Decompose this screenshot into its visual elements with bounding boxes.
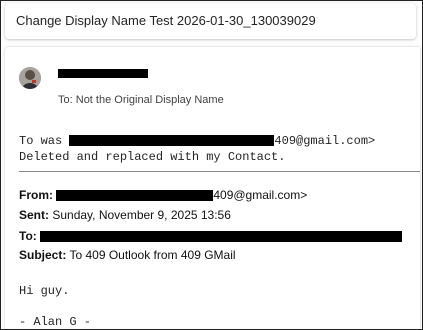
sender-name-redacted[interactable] bbox=[58, 69, 148, 78]
email-reading-pane: Change Display Name Test 2026-01-30_1300… bbox=[0, 0, 423, 330]
recipient-name[interactable]: Not the Original Display Name bbox=[76, 94, 224, 106]
sent-label: Sent: bbox=[19, 208, 49, 222]
avatar-photo-icon bbox=[19, 67, 41, 89]
recipient-line: To: Not the Original Display Name bbox=[58, 94, 224, 106]
forward-subject: Subject: To 409 Outlook from 409 GMail bbox=[19, 248, 236, 262]
forward-to: To: bbox=[19, 229, 403, 243]
greeting-text: Hi guy. bbox=[19, 284, 70, 298]
forward-divider bbox=[19, 171, 420, 172]
sender-avatar[interactable] bbox=[19, 67, 41, 89]
body-line-1: To was 409@gmail.com> bbox=[19, 134, 375, 148]
body-line-1-prefix: To was bbox=[19, 134, 70, 148]
body-line-1-suffix: 409@gmail.com> bbox=[274, 134, 376, 148]
from-value-suffix: 409@gmail.com> bbox=[213, 188, 308, 202]
email-subject-title: Change Display Name Test 2026-01-30_1300… bbox=[16, 13, 316, 28]
forward-sent: Sent: Sunday, November 9, 2025 13:56 bbox=[19, 208, 231, 222]
to-label: To: bbox=[58, 94, 73, 106]
signature-text: - Alan G - bbox=[19, 315, 92, 329]
body-line-2: Deleted and replaced with my Contact. bbox=[19, 150, 286, 164]
sent-value: Sunday, November 9, 2025 13:56 bbox=[52, 208, 231, 222]
redacted-email bbox=[69, 135, 275, 147]
redacted-to bbox=[40, 231, 403, 243]
from-label: From: bbox=[19, 188, 53, 202]
subject-value: To 409 Outlook from 409 GMail bbox=[69, 248, 236, 262]
redacted-from bbox=[56, 190, 214, 202]
forward-from: From: 409@gmail.com> bbox=[19, 188, 307, 202]
subject-header: Change Display Name Test 2026-01-30_1300… bbox=[5, 3, 416, 39]
forward-to-label: To: bbox=[19, 229, 37, 243]
subject-label: Subject: bbox=[19, 248, 67, 262]
